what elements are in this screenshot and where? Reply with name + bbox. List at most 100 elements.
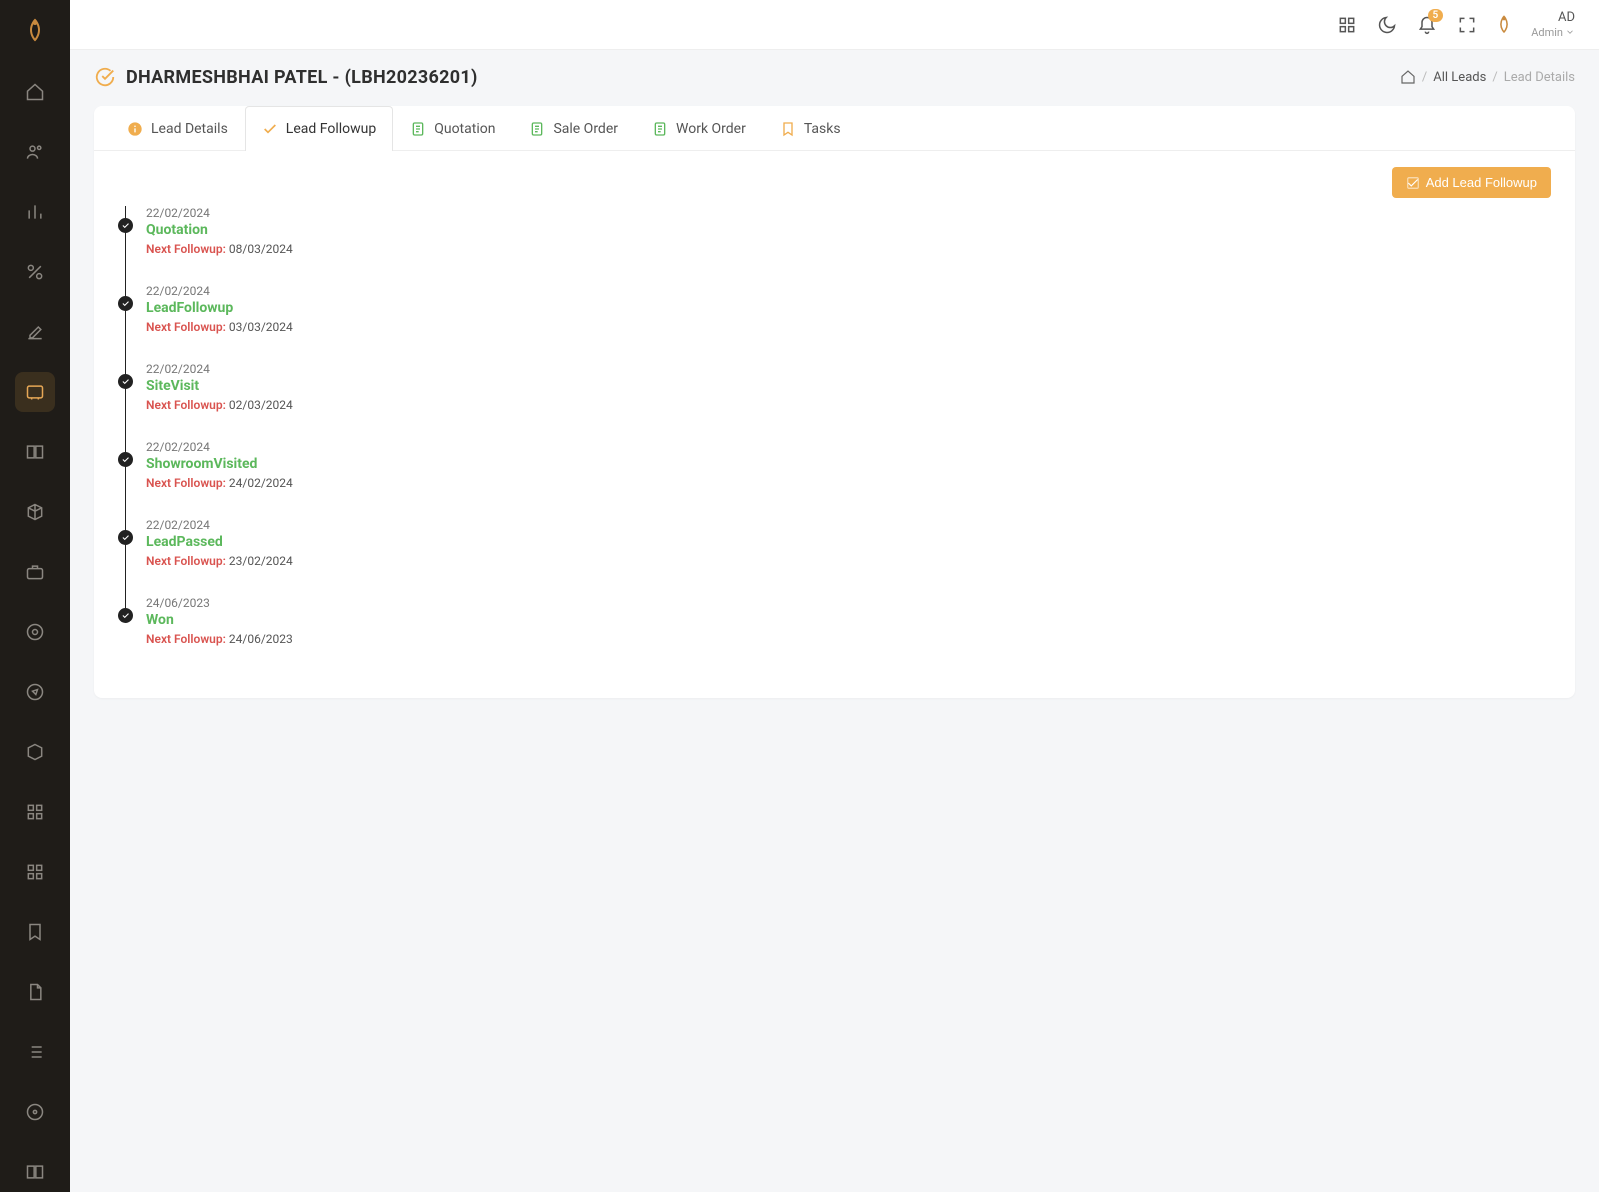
breadcrumb-separator: / bbox=[1422, 70, 1427, 85]
nav-home-icon[interactable] bbox=[15, 72, 55, 112]
brand-small-icon[interactable] bbox=[1497, 14, 1511, 36]
breadcrumb-current: Lead Details bbox=[1504, 70, 1575, 85]
nav-chart-icon[interactable] bbox=[15, 192, 55, 232]
next-followup-label: Next Followup: bbox=[146, 242, 226, 256]
tab-lead-details[interactable]: Lead Details bbox=[110, 106, 245, 151]
tab-label: Work Order bbox=[676, 121, 746, 137]
chevron-down-icon bbox=[1565, 27, 1575, 37]
user-short: AD bbox=[1558, 10, 1575, 26]
next-followup-label: Next Followup: bbox=[146, 320, 226, 334]
breadcrumb-separator: / bbox=[1492, 70, 1497, 85]
document-icon bbox=[410, 121, 426, 137]
timeline-item: 22/02/2024 ShowroomVisited Next Followup: … bbox=[118, 440, 1551, 518]
timeline-date: 24/06/2023 bbox=[146, 596, 1551, 610]
sidebar bbox=[0, 0, 70, 1192]
document-icon bbox=[652, 121, 668, 137]
info-icon bbox=[127, 121, 143, 137]
timeline-dot-icon bbox=[118, 608, 133, 623]
timeline-item: 22/02/2024 SiteVisit Next Followup: 02/03/… bbox=[118, 362, 1551, 440]
timeline-date: 22/02/2024 bbox=[146, 284, 1551, 298]
breadcrumb: / All Leads / Lead Details bbox=[1400, 69, 1575, 85]
timeline-next: Next Followup: 23/02/2024 bbox=[146, 554, 1551, 568]
user-role: Admin bbox=[1531, 26, 1575, 39]
timeline-title: SiteVisit bbox=[146, 378, 1551, 394]
nav-book2-icon[interactable] bbox=[15, 1152, 55, 1192]
next-followup-date: 24/06/2023 bbox=[229, 632, 293, 646]
tabs: Lead Details Lead Followup Quotation bbox=[94, 106, 1575, 151]
timeline-next: Next Followup: 08/03/2024 bbox=[146, 242, 1551, 256]
nav-support-icon[interactable] bbox=[15, 612, 55, 652]
nav-leads-icon[interactable] bbox=[15, 372, 55, 412]
next-followup-date: 02/03/2024 bbox=[229, 398, 293, 412]
add-lead-followup-button[interactable]: Add Lead Followup bbox=[1392, 167, 1551, 198]
timeline: 22/02/2024 Quotation Next Followup: 08/03/… bbox=[94, 206, 1575, 674]
breadcrumb-all-leads[interactable]: All Leads bbox=[1433, 70, 1486, 85]
dark-mode-icon[interactable] bbox=[1377, 15, 1397, 35]
timeline-next: Next Followup: 02/03/2024 bbox=[146, 398, 1551, 412]
timeline-date: 22/02/2024 bbox=[146, 518, 1551, 532]
timeline-title: LeadPassed bbox=[146, 534, 1551, 550]
timeline-item: 24/06/2023WonNext Followup: 24/06/2023 bbox=[118, 596, 1551, 674]
home-icon[interactable] bbox=[1400, 69, 1416, 85]
timeline-title: LeadFollowup bbox=[146, 300, 1551, 316]
nav-package-icon[interactable] bbox=[15, 732, 55, 772]
button-label: Add Lead Followup bbox=[1426, 175, 1537, 190]
nav-target-icon[interactable] bbox=[15, 1092, 55, 1132]
tab-label: Lead Details bbox=[151, 121, 228, 137]
brand-logo bbox=[26, 18, 44, 44]
nav-book-icon[interactable] bbox=[15, 432, 55, 472]
main-content: 5 AD Admin DHARMESHBHAI PA bbox=[70, 0, 1599, 1192]
bookmark-icon bbox=[780, 121, 796, 137]
tab-work-order[interactable]: Work Order bbox=[635, 106, 763, 151]
timeline-date: 22/02/2024 bbox=[146, 362, 1551, 376]
next-followup-date: 08/03/2024 bbox=[229, 242, 293, 256]
timeline-title: Quotation bbox=[146, 222, 1551, 238]
content-card: Lead Details Lead Followup Quotation bbox=[94, 106, 1575, 698]
next-followup-label: Next Followup: bbox=[146, 554, 226, 568]
tab-tasks[interactable]: Tasks bbox=[763, 106, 858, 151]
timeline-date: 22/02/2024 bbox=[146, 206, 1551, 220]
next-followup-date: 23/02/2024 bbox=[229, 554, 293, 568]
topbar: 5 AD Admin bbox=[70, 0, 1599, 50]
notification-icon[interactable]: 5 bbox=[1417, 15, 1437, 35]
tab-label: Quotation bbox=[434, 121, 495, 137]
timeline-date: 22/02/2024 bbox=[146, 440, 1551, 454]
check-circle-icon bbox=[94, 66, 116, 88]
nav-list-icon[interactable] bbox=[15, 1032, 55, 1072]
timeline-next: Next Followup: 24/02/2024 bbox=[146, 476, 1551, 490]
nav-edit-icon[interactable] bbox=[15, 312, 55, 352]
page-title: DHARMESHBHAI PATEL - (LBH20236201) bbox=[126, 67, 478, 88]
timeline-dot-icon bbox=[118, 296, 133, 311]
tab-label: Lead Followup bbox=[286, 121, 376, 137]
nav-bookmark-icon[interactable] bbox=[15, 912, 55, 952]
timeline-dot-icon bbox=[118, 218, 133, 233]
next-followup-date: 03/03/2024 bbox=[229, 320, 293, 334]
nav-grid-icon[interactable] bbox=[15, 792, 55, 832]
timeline-dot-icon bbox=[118, 374, 133, 389]
user-menu[interactable]: AD Admin bbox=[1531, 10, 1575, 39]
nav-compass-icon[interactable] bbox=[15, 672, 55, 712]
action-row: Add Lead Followup bbox=[94, 151, 1575, 206]
timeline-title: ShowroomVisited bbox=[146, 456, 1551, 472]
nav-briefcase-icon[interactable] bbox=[15, 552, 55, 592]
timeline-next: Next Followup: 24/06/2023 bbox=[146, 632, 1551, 646]
tab-sale-order[interactable]: Sale Order bbox=[512, 106, 635, 151]
tab-lead-followup[interactable]: Lead Followup bbox=[245, 106, 393, 151]
page-header: DHARMESHBHAI PATEL - (LBH20236201) / All… bbox=[70, 50, 1599, 96]
timeline-item: 22/02/2024 Quotation Next Followup: 08/03/… bbox=[118, 206, 1551, 284]
timeline-next: Next Followup: 03/03/2024 bbox=[146, 320, 1551, 334]
check-icon bbox=[262, 121, 278, 137]
fullscreen-icon[interactable] bbox=[1457, 15, 1477, 35]
tab-label: Tasks bbox=[804, 121, 841, 137]
timeline-dot-icon bbox=[118, 530, 133, 545]
nav-file-icon[interactable] bbox=[15, 972, 55, 1012]
nav-users-icon[interactable] bbox=[15, 132, 55, 172]
nav-cube-icon[interactable] bbox=[15, 492, 55, 532]
next-followup-date: 24/02/2024 bbox=[229, 476, 293, 490]
nav-grid2-icon[interactable] bbox=[15, 852, 55, 892]
nav-percent-icon[interactable] bbox=[15, 252, 55, 292]
apps-icon[interactable] bbox=[1337, 15, 1357, 35]
tab-quotation[interactable]: Quotation bbox=[393, 106, 512, 151]
timeline-item: 22/02/2024 LeadPassed Next Followup: 23/02… bbox=[118, 518, 1551, 596]
next-followup-label: Next Followup: bbox=[146, 476, 226, 490]
